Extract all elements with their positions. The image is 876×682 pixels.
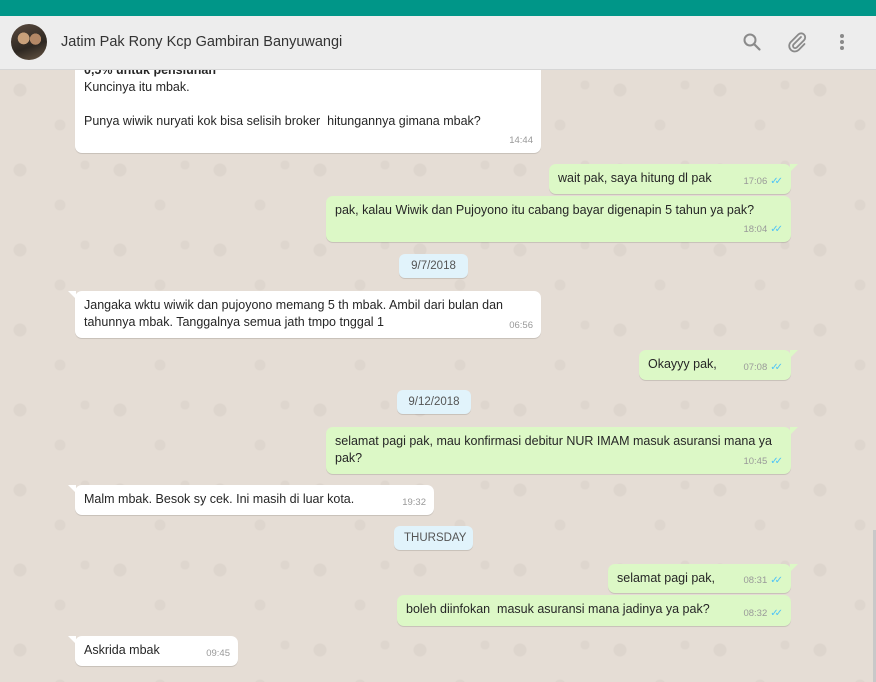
message-outgoing[interactable]: selamat pagi pak, 08:31 ✓✓ [608, 564, 798, 593]
message-meta: 19:32 [402, 494, 426, 511]
date-separator: THURSDAY [394, 526, 473, 550]
message-outgoing[interactable]: wait pak, saya hitung dl pak 17:06 ✓✓ [549, 164, 798, 194]
message-meta: 10:45 ✓✓ [743, 453, 783, 470]
search-icon[interactable] [740, 30, 764, 54]
read-ticks-icon: ✓✓ [770, 575, 783, 586]
message-time: 08:31 [743, 575, 768, 586]
message-text: Kuncinya itu mbak. Punya wiwik nuryati k… [84, 80, 481, 128]
message-incoming[interactable]: 0,5% untuk pensiunan** Kuncinya itu mbak… [75, 70, 541, 153]
message-time: 09:45 [206, 648, 230, 659]
message-time: 08:32 [743, 608, 768, 619]
message-list[interactable]: 0,5% untuk pensiunan** Kuncinya itu mbak… [0, 70, 876, 682]
message-text: selamat pagi pak, mau konfirmasi debitur… [335, 434, 776, 465]
message-time: 06:56 [509, 320, 533, 331]
message-text-bold: 0,5% untuk pensiunan** [84, 70, 226, 77]
read-ticks-icon: ✓✓ [770, 224, 783, 235]
message-text: Malm mbak. Besok sy cek. Ini masih di lu… [84, 492, 355, 506]
chat-header: Jatim Pak Rony Kcp Gambiran Banyuwangi [0, 16, 876, 70]
message-time: 19:32 [402, 497, 426, 508]
message-text: Jangaka wktu wiwik dan pujoyono memang 5… [84, 298, 507, 329]
message-outgoing[interactable]: boleh diinfokan masuk asuransi mana jadi… [397, 595, 791, 626]
read-ticks-icon: ✓✓ [770, 608, 783, 619]
message-meta: 09:45 [206, 645, 230, 662]
message-outgoing[interactable]: Okayyy pak, 07:08 ✓✓ [639, 350, 798, 380]
read-ticks-icon: ✓✓ [770, 362, 783, 373]
message-meta: 08:32 ✓✓ [743, 605, 783, 622]
message-meta: 06:56 [509, 317, 533, 334]
date-separator: 9/12/2018 [397, 390, 471, 414]
message-incoming[interactable]: Jangaka wktu wiwik dan pujoyono memang 5… [68, 291, 541, 338]
message-meta: 07:08 ✓✓ [743, 359, 783, 376]
read-ticks-icon: ✓✓ [770, 176, 783, 187]
contact-avatar[interactable] [11, 24, 47, 60]
contact-name[interactable]: Jatim Pak Rony Kcp Gambiran Banyuwangi [61, 34, 342, 50]
message-meta: 17:06 ✓✓ [743, 173, 783, 190]
date-separator: 9/7/2018 [399, 254, 468, 278]
message-time: 14:44 [509, 135, 533, 146]
paperclip-icon[interactable] [785, 30, 809, 54]
read-ticks-icon: ✓✓ [770, 456, 783, 467]
message-text: boleh diinfokan masuk asuransi mana jadi… [406, 602, 710, 616]
message-time: 07:08 [743, 362, 768, 373]
message-time: 10:45 [743, 456, 768, 467]
message-meta: 14:44 [509, 132, 533, 149]
message-incoming[interactable]: Askrida mbak 09:45 [68, 636, 238, 666]
more-vert-icon[interactable] [830, 30, 854, 54]
message-incoming[interactable]: Malm mbak. Besok sy cek. Ini masih di lu… [68, 485, 434, 515]
app-top-bar [0, 0, 876, 16]
message-time: 17:06 [743, 176, 768, 187]
message-outgoing[interactable]: selamat pagi pak, mau konfirmasi debitur… [326, 427, 798, 474]
message-text: pak, kalau Wiwik dan Pujoyono itu cabang… [335, 203, 755, 217]
message-outgoing[interactable]: pak, kalau Wiwik dan Pujoyono itu cabang… [326, 196, 791, 242]
message-meta: 18:04 ✓✓ [743, 221, 783, 238]
message-time: 18:04 [743, 224, 768, 235]
message-meta: 08:31 ✓✓ [743, 572, 783, 589]
